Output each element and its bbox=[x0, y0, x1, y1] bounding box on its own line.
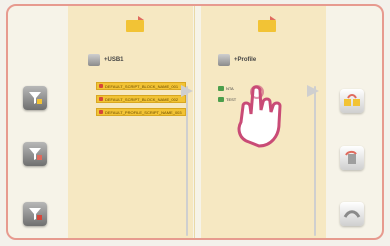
panel-divider bbox=[194, 6, 195, 238]
filter-delete-icon bbox=[29, 148, 42, 160]
folder-open-icon bbox=[126, 16, 144, 32]
lock-icon bbox=[218, 86, 224, 91]
drive-icon bbox=[88, 54, 100, 66]
file-icon bbox=[99, 110, 103, 114]
filter-delete-button[interactable] bbox=[23, 142, 47, 166]
back-button[interactable] bbox=[340, 202, 364, 226]
drive-icon bbox=[218, 54, 230, 66]
target-header-label: +Profile bbox=[234, 57, 257, 63]
delete-icon bbox=[345, 150, 357, 164]
list-item[interactable]: DEFAULT_SCRIPT_BLOCK_NAME_002 bbox=[96, 95, 186, 103]
file-name: DEFAULT_PROFILE_SCRIPT_NAME_003 bbox=[105, 109, 182, 115]
file-name: DEFAULT_SCRIPT_BLOCK_NAME_002 bbox=[105, 96, 179, 102]
source-header[interactable]: +USB1 bbox=[88, 54, 124, 66]
lock-icon bbox=[218, 97, 224, 102]
list-item[interactable]: DEFAULT_PROFILE_SCRIPT_NAME_003 bbox=[96, 108, 186, 116]
file-icon bbox=[99, 97, 103, 101]
scroll-thumb[interactable] bbox=[180, 84, 194, 98]
filter-copy-button[interactable] bbox=[23, 86, 47, 110]
scrollbar-track[interactable] bbox=[314, 86, 316, 236]
folder-transfer-icon bbox=[344, 94, 360, 106]
transfer-button[interactable] bbox=[340, 89, 364, 113]
file-icon bbox=[99, 84, 103, 88]
device-screen: +USB1 DEFAULT_SCRIPT_BLOCK_NAME_001 DEFA… bbox=[6, 4, 384, 240]
filter-new-icon bbox=[29, 208, 42, 220]
back-icon bbox=[343, 210, 361, 218]
list-item[interactable]: DEFAULT_SCRIPT_BLOCK_NAME_001 bbox=[96, 82, 186, 90]
filter-copy-icon bbox=[29, 92, 42, 104]
source-header-label: +USB1 bbox=[104, 57, 124, 63]
touch-hand-icon bbox=[237, 85, 282, 148]
target-header[interactable]: +Profile bbox=[218, 54, 256, 66]
delete-button[interactable] bbox=[340, 146, 364, 170]
scrollbar-track[interactable] bbox=[186, 86, 188, 236]
source-file-panel bbox=[68, 6, 193, 238]
file-name: DEFAULT_SCRIPT_BLOCK_NAME_001 bbox=[105, 83, 179, 89]
folder-open-icon bbox=[258, 16, 276, 32]
scroll-thumb[interactable] bbox=[306, 84, 320, 98]
filter-new-button[interactable] bbox=[23, 202, 47, 226]
